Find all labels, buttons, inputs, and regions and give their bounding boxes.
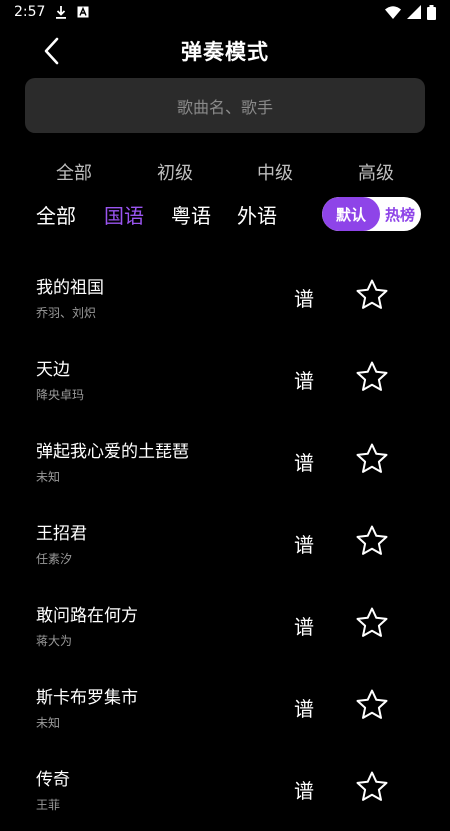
song-title: 天边 <box>36 360 70 380</box>
song-artist: 乔羽、刘炽 <box>36 306 97 320</box>
song-row[interactable]: 敢问路在何方 蒋大为 谱 <box>0 585 450 667</box>
song-row[interactable]: 王招君 任素汐 谱 <box>0 503 450 585</box>
lang-foreign[interactable]: 外语 <box>237 200 277 229</box>
song-artist: 任素汐 <box>36 552 73 566</box>
back-button[interactable] <box>36 36 66 66</box>
sort-default-option[interactable]: 默认 <box>322 197 380 231</box>
download-icon <box>55 5 67 19</box>
score-button[interactable]: 谱 <box>292 447 316 475</box>
favorite-button[interactable] <box>353 276 391 314</box>
song-artist: 王菲 <box>36 798 61 812</box>
chevron-left-icon <box>43 37 59 65</box>
search-input[interactable]: 歌曲名、歌手 <box>25 78 425 133</box>
a-icon <box>77 6 89 18</box>
status-bar: 2:57 <box>0 0 450 24</box>
star-icon <box>355 442 389 476</box>
song-title: 我的祖国 <box>36 278 104 298</box>
header: 弹奏模式 <box>0 28 450 74</box>
favorite-button[interactable] <box>353 522 391 560</box>
favorite-button[interactable] <box>353 768 391 806</box>
song-artist: 未知 <box>36 716 61 730</box>
status-left: 2:57 <box>14 4 89 20</box>
favorite-button[interactable] <box>353 358 391 396</box>
favorite-button[interactable] <box>353 604 391 642</box>
status-time: 2:57 <box>14 4 46 20</box>
level-advanced[interactable]: 高级 <box>336 159 416 185</box>
song-title: 斯卡布罗集市 <box>36 688 138 708</box>
song-title: 敢问路在何方 <box>36 606 138 626</box>
favorite-button[interactable] <box>353 440 391 478</box>
level-all[interactable]: 全部 <box>34 159 114 185</box>
sort-toggle[interactable]: 默认 热榜 <box>322 197 421 231</box>
song-artist: 未知 <box>36 470 61 484</box>
star-icon <box>355 606 389 640</box>
star-icon <box>355 278 389 312</box>
signal-icon <box>407 5 421 19</box>
level-filter: 全部 初级 中级 高级 <box>0 159 450 187</box>
star-icon <box>355 524 389 558</box>
song-artist: 降央卓玛 <box>36 388 85 402</box>
score-button[interactable]: 谱 <box>292 693 316 721</box>
lang-all[interactable]: 全部 <box>36 200 76 229</box>
score-button[interactable]: 谱 <box>292 365 316 393</box>
song-row[interactable]: 我的祖国 乔羽、刘炽 谱 <box>0 257 450 339</box>
favorite-button[interactable] <box>353 686 391 724</box>
lang-mandarin[interactable]: 国语 <box>104 200 144 229</box>
song-title: 王招君 <box>36 524 87 544</box>
song-title: 弹起我心爱的土琵琶 <box>36 442 189 462</box>
level-intermediate[interactable]: 中级 <box>235 159 315 185</box>
lang-cantonese[interactable]: 粤语 <box>171 200 211 229</box>
wifi-icon <box>385 5 401 19</box>
level-beginner[interactable]: 初级 <box>135 159 215 185</box>
song-artist: 蒋大为 <box>36 634 73 648</box>
page-title: 弹奏模式 <box>181 40 269 64</box>
star-icon <box>355 770 389 804</box>
score-button[interactable]: 谱 <box>292 611 316 639</box>
battery-icon <box>427 4 436 20</box>
star-icon <box>355 360 389 394</box>
song-title: 传奇 <box>36 770 70 790</box>
song-row[interactable]: 天边 降央卓玛 谱 <box>0 339 450 421</box>
score-button[interactable]: 谱 <box>292 283 316 311</box>
score-button[interactable]: 谱 <box>292 529 316 557</box>
song-row[interactable]: 斯卡布罗集市 未知 谱 <box>0 667 450 749</box>
song-row[interactable]: 弹起我心爱的土琵琶 未知 谱 <box>0 421 450 503</box>
song-row[interactable]: 传奇 王菲 谱 <box>0 749 450 831</box>
star-icon <box>355 688 389 722</box>
status-right <box>385 4 436 20</box>
sort-hot-option[interactable]: 热榜 <box>379 197 421 231</box>
score-button[interactable]: 谱 <box>292 775 316 803</box>
search-placeholder: 歌曲名、歌手 <box>176 97 273 117</box>
